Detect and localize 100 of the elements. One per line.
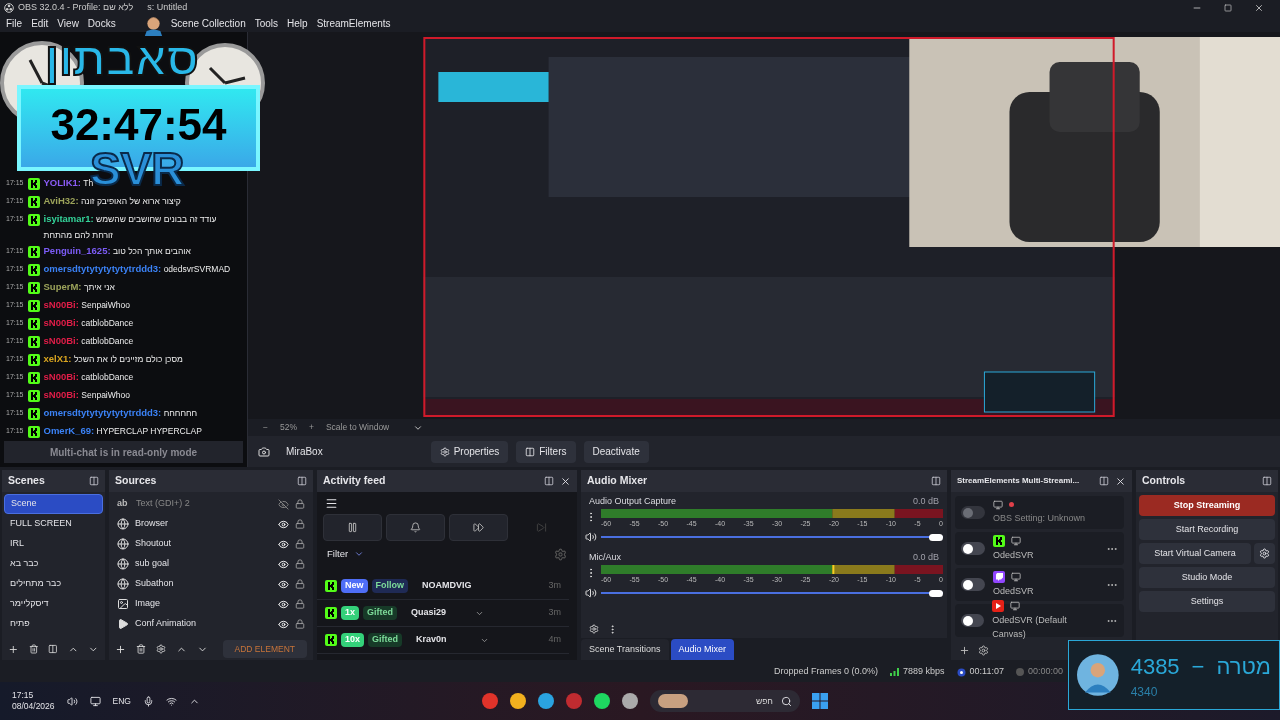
source-item[interactable]: Shoutout	[111, 534, 311, 554]
scene-item[interactable]: FULL SCREEN	[4, 514, 103, 534]
add-element-button[interactable]: ADD ELEMENT	[222, 640, 307, 658]
dock-tab[interactable]: Audio Mixer	[670, 639, 735, 660]
undock-icon[interactable]	[544, 476, 554, 486]
eye-icon[interactable]	[278, 538, 289, 550]
eye-icon[interactable]	[278, 578, 289, 590]
volume-slider[interactable]	[601, 533, 943, 541]
activity-event[interactable]: 1x Gifted Quasi29 3m	[317, 600, 569, 627]
menu-item[interactable]: Edit	[31, 16, 49, 31]
kick-icon	[27, 196, 40, 208]
kick-icon	[27, 408, 40, 420]
source-item[interactable]: Subathon	[111, 574, 311, 594]
scene-item[interactable]: דיסקליימר	[4, 594, 103, 614]
source-item[interactable]: sub goal	[111, 554, 311, 574]
eye-icon[interactable]	[278, 558, 289, 570]
eye-icon[interactable]	[278, 598, 289, 610]
source-item[interactable]: ab Text (GDI+) 2	[111, 494, 311, 514]
source-item[interactable]: Browser	[111, 514, 311, 534]
scene-item[interactable]: Scene	[4, 494, 103, 514]
windows-icon[interactable]	[811, 693, 828, 709]
hidden-eye-icon[interactable]	[278, 498, 289, 510]
control-button[interactable]: Studio Mode	[1139, 567, 1275, 588]
source-item[interactable]: Image	[111, 594, 311, 614]
control-button[interactable]: Settings	[1139, 591, 1275, 612]
add-icon[interactable]	[959, 644, 970, 656]
eye-icon[interactable]	[278, 518, 289, 530]
lock-icon[interactable]	[295, 499, 305, 509]
speaker-icon[interactable]	[585, 587, 597, 599]
scene-item[interactable]: פתיח	[4, 614, 103, 634]
lock-icon[interactable]	[295, 599, 305, 609]
scene-item[interactable]: IRL	[4, 534, 103, 554]
filter-icon[interactable]	[48, 644, 58, 654]
monitor-icon[interactable]	[89, 695, 101, 707]
menu-item[interactable]: View	[57, 16, 79, 31]
menu-item[interactable]: StreamElements	[316, 16, 391, 31]
toggle-switch[interactable]	[961, 578, 985, 591]
taskbar-app-icon[interactable]	[509, 693, 526, 709]
filter-dropdown[interactable]: Filter	[327, 546, 365, 562]
control-button[interactable]: Start Virtual Camera	[1139, 543, 1251, 564]
gear-icon	[439, 446, 450, 457]
volume-slider[interactable]	[601, 589, 943, 597]
menu-icon[interactable]	[325, 496, 338, 510]
taskbar-app-icon[interactable]	[593, 693, 610, 709]
undock-icon[interactable]	[89, 476, 99, 486]
toolbar-button[interactable]: Filters	[516, 440, 576, 463]
speaker-icon[interactable]	[585, 531, 597, 543]
toolbar-button[interactable]: Deactivate	[583, 440, 649, 463]
add-icon[interactable]	[8, 643, 19, 655]
settings-icon[interactable]	[978, 644, 989, 656]
language-indicator[interactable]: ENG	[112, 694, 131, 708]
undock-icon[interactable]	[931, 476, 941, 486]
toolbar-button[interactable]: Properties	[430, 440, 509, 463]
monitor-icon	[1010, 601, 1021, 611]
add-icon[interactable]	[115, 643, 126, 655]
speaker-icon[interactable]	[66, 695, 78, 707]
source-item[interactable]: Conf Animation	[111, 614, 311, 634]
control-button[interactable]: Start Recording	[1139, 519, 1275, 540]
undock-icon[interactable]	[1099, 476, 1109, 486]
lock-icon[interactable]	[295, 519, 305, 529]
kick-icon	[27, 178, 40, 190]
lock-icon[interactable]	[295, 579, 305, 589]
scale-mode-dropdown[interactable]: Scale to Window	[325, 421, 390, 434]
menu-item[interactable]: File	[6, 16, 23, 31]
toggle-switch[interactable]	[961, 614, 985, 627]
activity-event[interactable]: New Follow NOAMDVIG 3m	[317, 573, 569, 600]
activity-event[interactable]: 10x Gifted Krav0n 4m	[317, 627, 569, 654]
mic-icon[interactable]	[142, 695, 154, 707]
taskbar-app-icon[interactable]	[537, 693, 554, 709]
clock-time: 17:15	[12, 690, 35, 701]
lock-icon[interactable]	[295, 539, 305, 549]
lock-icon[interactable]	[295, 559, 305, 569]
undock-icon[interactable]	[297, 476, 307, 486]
eye-icon[interactable]	[278, 618, 289, 630]
camera-settings-button[interactable]	[1254, 543, 1275, 564]
search-field[interactable]: חפש	[649, 690, 800, 712]
menu-item[interactable]: Help	[287, 16, 308, 31]
taskbar-app-icon[interactable]	[481, 693, 498, 709]
menu-item[interactable]: Scene Collection	[170, 16, 246, 31]
pause-button[interactable]	[323, 514, 382, 541]
control-button[interactable]: Stop Streaming	[1139, 495, 1275, 516]
zoom-out-button[interactable]: −	[263, 421, 268, 434]
zoom-in-button[interactable]: +	[309, 421, 314, 434]
wifi-icon[interactable]	[165, 695, 177, 707]
close-icon[interactable]	[560, 475, 571, 487]
menu-item[interactable]: Tools	[254, 16, 279, 31]
trash-icon[interactable]	[28, 644, 39, 654]
trash-icon[interactable]	[136, 644, 146, 654]
menu-item[interactable]: Docks	[87, 16, 116, 31]
close-icon[interactable]	[1115, 475, 1126, 487]
dock-tab[interactable]: Scene Transitions	[581, 639, 669, 660]
scene-item[interactable]: כבר מתחילים	[4, 574, 103, 594]
channel-reading: 0.0 dB	[912, 495, 939, 508]
undock-icon[interactable]	[1262, 476, 1272, 486]
scene-item[interactable]: כבר בא	[4, 554, 103, 574]
close-icon[interactable]	[1254, 2, 1264, 13]
maximize-icon[interactable]	[1224, 3, 1232, 12]
toggle-switch[interactable]	[961, 542, 985, 555]
lock-icon[interactable]	[295, 619, 305, 629]
taskbar-app-icon[interactable]	[621, 693, 638, 709]
